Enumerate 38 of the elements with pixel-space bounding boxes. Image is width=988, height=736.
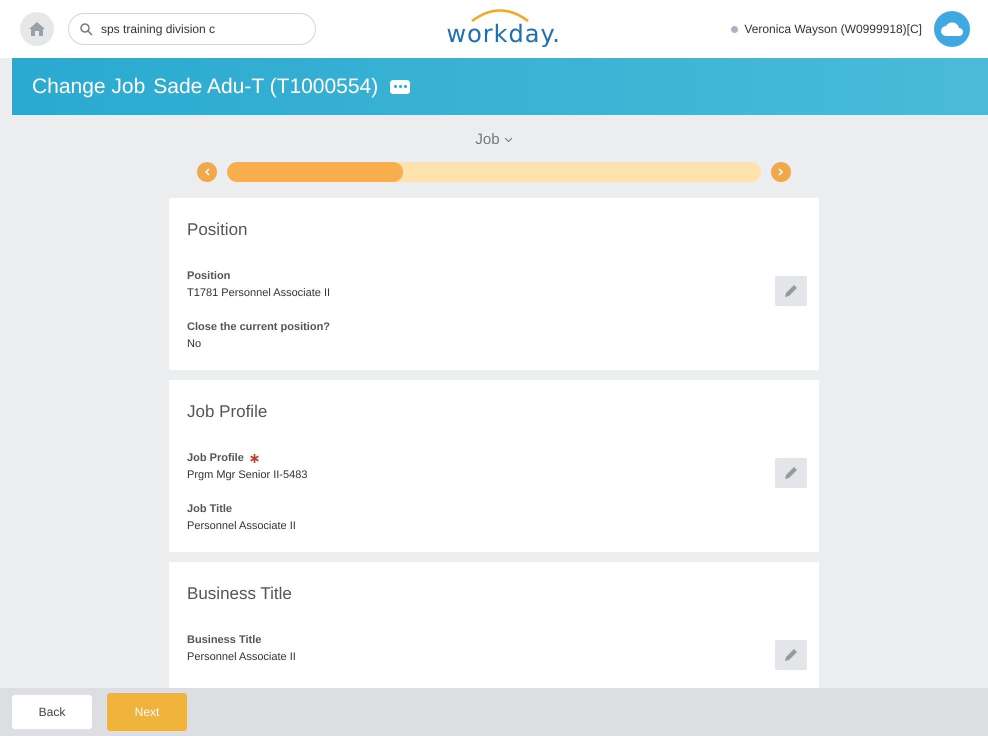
- user-name: Veronica Wayson (W0999918)[C]: [744, 22, 922, 36]
- search-field[interactable]: sps training division c: [68, 13, 316, 45]
- section-title: Job Profile: [187, 402, 268, 422]
- avatar-button[interactable]: [934, 11, 970, 47]
- cloud-icon: [940, 21, 964, 37]
- edit-button[interactable]: [775, 276, 807, 306]
- back-button[interactable]: Back: [12, 695, 92, 729]
- next-step-button[interactable]: [771, 162, 791, 182]
- field-label: Job Title: [187, 503, 232, 515]
- section-title: Business Title: [187, 584, 293, 604]
- field-value: Prgm Mgr Senior II-5483: [187, 469, 308, 481]
- logo: workday.: [446, 10, 561, 48]
- field-label: Job Profile: [187, 452, 244, 464]
- pencil-icon: [784, 284, 798, 298]
- search-icon: [80, 23, 93, 36]
- field-label: Close the current position?: [187, 321, 330, 333]
- edit-button[interactable]: [775, 640, 807, 670]
- field-label: Business Title: [187, 634, 262, 646]
- more-button[interactable]: [390, 80, 410, 94]
- chevron-icon: [504, 136, 513, 142]
- field-value: No: [187, 338, 202, 350]
- status-dot: [731, 26, 738, 32]
- step-dropdown[interactable]: Job: [475, 131, 513, 148]
- task-title: Change Job: [32, 74, 146, 98]
- field-label: Position: [187, 270, 230, 282]
- worker-name: Sade Adu-T (T1000554): [153, 74, 378, 98]
- edit-button[interactable]: [775, 458, 807, 488]
- previous-button[interactable]: [197, 162, 217, 182]
- pencil-icon: [784, 466, 798, 480]
- pencil-icon: [784, 648, 798, 662]
- chevron-left-icon: [204, 168, 210, 176]
- home-icon: [29, 22, 45, 36]
- field-value: T1781 Personnel Associate II: [187, 287, 330, 299]
- section-title: Position: [187, 220, 248, 240]
- home-button[interactable]: [20, 12, 54, 46]
- field-value: Personnel Associate II: [187, 651, 296, 663]
- chevron-right-icon: [778, 168, 784, 176]
- field-value: Personnel Associate II: [187, 520, 297, 532]
